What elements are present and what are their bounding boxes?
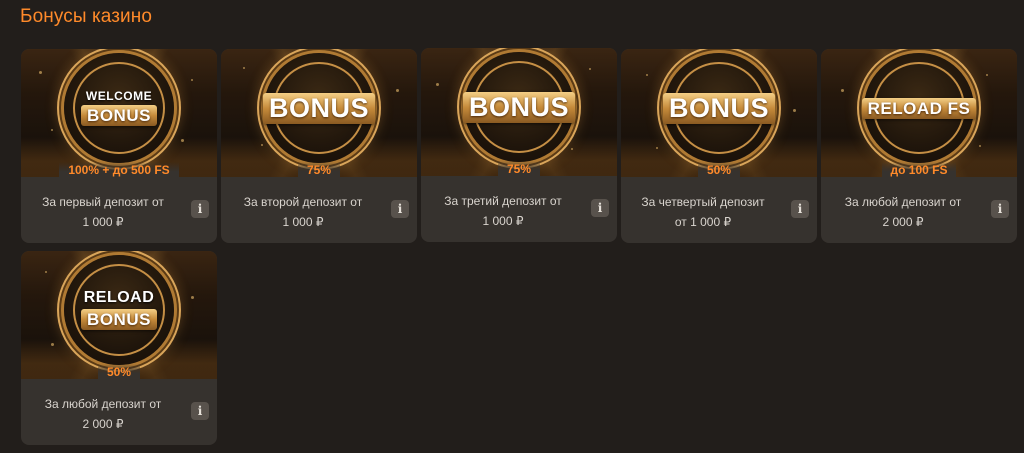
bonus-amount: 50% xyxy=(97,364,141,380)
bonus-image: BONUS xyxy=(421,48,617,176)
bonus-badge: BONUS xyxy=(262,53,375,163)
page-title: Бонусы казино xyxy=(20,6,153,27)
bonus-amount: до 100 FS xyxy=(881,162,957,178)
bonus-card-third-deposit[interactable]: BONUS 75% За третий депозит от 1 000 ₽ i xyxy=(421,48,617,242)
bonus-amount: 75% xyxy=(297,162,341,178)
bonus-badge: RELOAD FS xyxy=(861,53,977,163)
bonus-card-reload-fs[interactable]: RELOAD FS до 100 FS За любой депозит от … xyxy=(821,49,1017,243)
bonus-description: За любой депозит от 2 000 ₽ xyxy=(844,195,962,229)
info-icon[interactable]: i xyxy=(791,200,809,218)
badge-top-label: RELOAD xyxy=(83,289,155,306)
bonus-image: BONUS xyxy=(621,49,817,177)
bonus-amount: 75% xyxy=(497,161,541,177)
info-icon[interactable]: i xyxy=(191,200,209,218)
badge-main-label: BONUS xyxy=(81,105,157,126)
bonus-image: WELCOME BONUS xyxy=(21,49,217,177)
info-icon[interactable]: i xyxy=(391,200,409,218)
bonus-description: За третий депозит от 1 000 ₽ xyxy=(444,194,562,228)
badge-main-label: RELOAD FS xyxy=(861,97,977,119)
badge-main-label: BONUS xyxy=(262,92,375,124)
bonus-image: RELOAD BONUS xyxy=(21,251,217,379)
badge-main-label: BONUS xyxy=(662,92,775,124)
bonus-image: RELOAD FS xyxy=(821,49,1017,177)
badge-top-label: WELCOME xyxy=(85,89,153,103)
bonus-amount: 100% + до 500 FS xyxy=(59,162,179,178)
info-icon[interactable]: i xyxy=(991,200,1009,218)
bonus-description: За четвертый депозит от 1 000 ₽ xyxy=(641,195,765,229)
bonus-description: За второй депозит от 1 000 ₽ xyxy=(243,195,363,229)
bonus-card-reload-bonus[interactable]: RELOAD BONUS 50% За любой депозит от 2 0… xyxy=(21,251,217,445)
info-icon[interactable]: i xyxy=(191,402,209,420)
bonus-description: За любой депозит от 2 000 ₽ xyxy=(44,397,162,431)
badge-main-label: BONUS xyxy=(462,91,575,123)
bonus-image: BONUS xyxy=(221,49,417,177)
bonus-badge: BONUS xyxy=(662,53,775,163)
bonus-card-fourth-deposit[interactable]: BONUS 50% За четвертый депозит от 1 000 … xyxy=(621,49,817,243)
bonus-amount: 50% xyxy=(697,162,741,178)
bonus-badge: BONUS xyxy=(462,52,575,162)
bonus-badge: RELOAD BONUS xyxy=(64,255,174,365)
bonus-card-welcome[interactable]: WELCOME BONUS 100% + до 500 FS За первый… xyxy=(21,49,217,243)
info-icon[interactable]: i xyxy=(591,199,609,217)
bonus-card-second-deposit[interactable]: BONUS 75% За второй депозит от 1 000 ₽ i xyxy=(221,49,417,243)
bonus-badge: WELCOME BONUS xyxy=(64,53,174,163)
bonus-description: За первый депозит от 1 000 ₽ xyxy=(42,195,164,229)
badge-main-label: BONUS xyxy=(81,309,157,330)
